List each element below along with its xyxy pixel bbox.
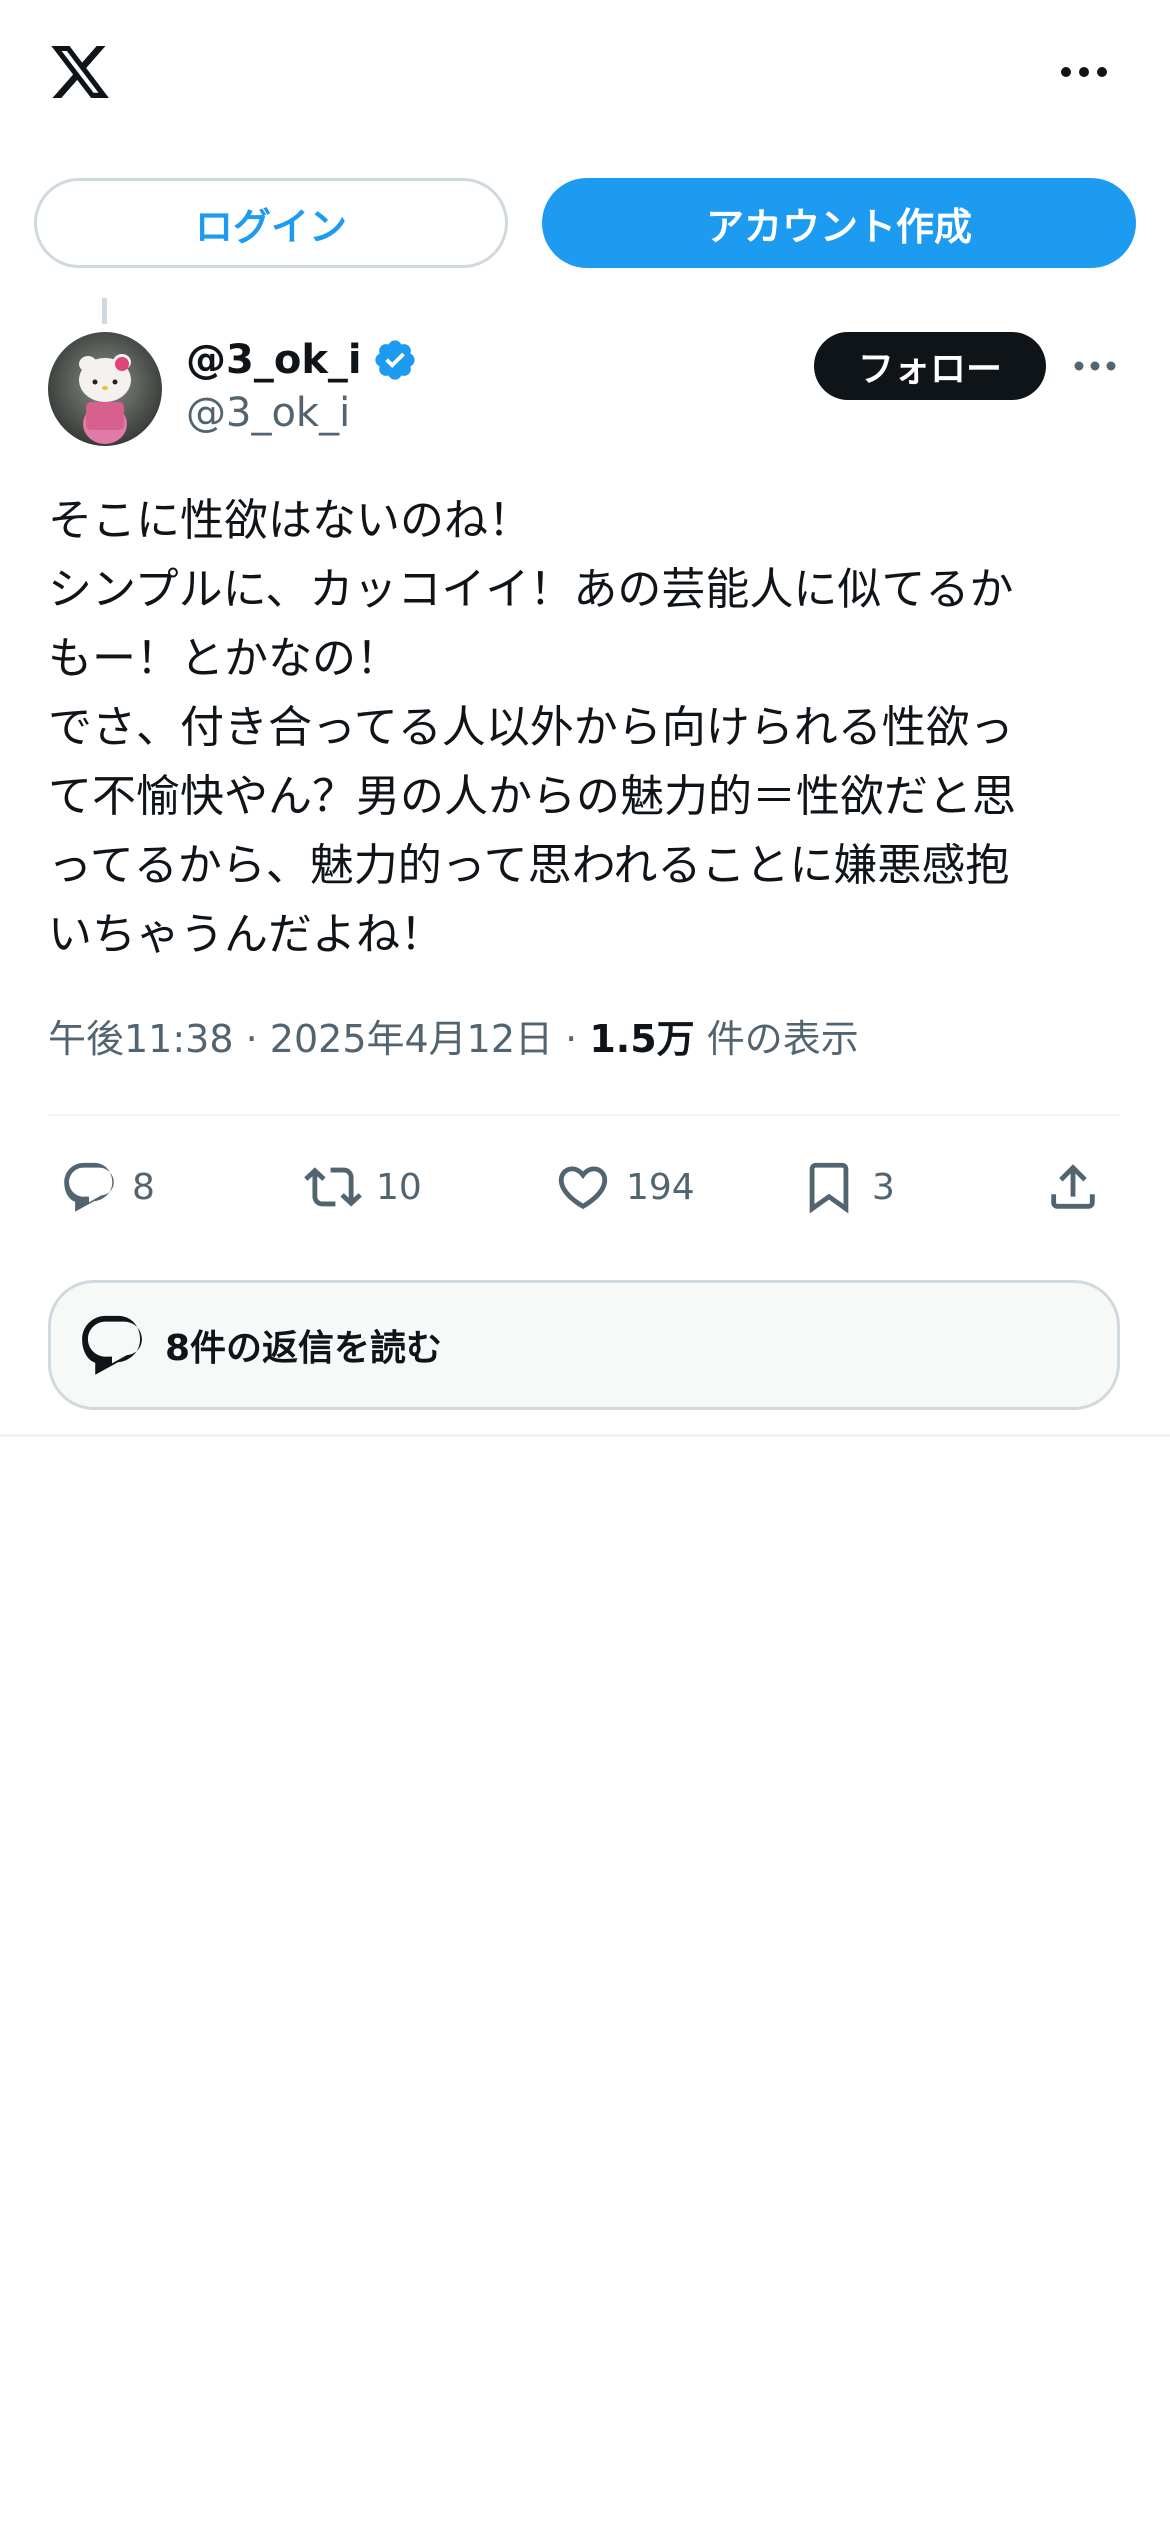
- like-button[interactable]: 194: [554, 1150, 695, 1224]
- verified-badge-icon: [374, 340, 415, 380]
- replies-bubble-icon: [82, 1315, 142, 1375]
- reply-button[interactable]: 8: [60, 1150, 155, 1224]
- post-more-icon[interactable]: [1072, 350, 1118, 382]
- author-handle[interactable]: @3_ok_i: [186, 390, 350, 436]
- meta-separator: ·: [245, 1017, 258, 1061]
- auth-buttons: ログイン アカウント作成: [0, 178, 1170, 272]
- repost-icon: [304, 1167, 362, 1207]
- share-icon: [1051, 1164, 1095, 1209]
- bookmark-icon: [809, 1162, 849, 1214]
- tweet-text: そこに性欲はないのね！ シンプルに、カッコイイ！あの芸能人に似てるか もー！とか…: [48, 495, 1016, 960]
- thread-line: [102, 298, 107, 324]
- more-horizontal-icon[interactable]: [1058, 52, 1110, 92]
- avatar[interactable]: [48, 332, 162, 446]
- follow-button[interactable]: フォロー: [814, 332, 1046, 400]
- post-time[interactable]: 午後11:38: [48, 1017, 234, 1061]
- read-replies-label: 8件の返信を読む: [165, 1328, 443, 1369]
- heart-icon: [558, 1166, 608, 1210]
- reply-count: 8: [132, 1166, 155, 1208]
- views-count: 1.5万: [589, 1017, 695, 1061]
- section-divider: [0, 1434, 1170, 1437]
- like-count: 194: [626, 1166, 695, 1208]
- reply-icon: [64, 1162, 114, 1212]
- post-metadata: 午後11:38 · 2025年4月12日 · 1.5万 件の表示: [48, 1008, 859, 1063]
- login-button[interactable]: ログイン: [34, 178, 508, 268]
- top-bar: [0, 0, 1170, 150]
- repost-count: 10: [376, 1166, 422, 1208]
- action-bar: 8 10 194 3: [0, 1150, 1170, 1224]
- x-logo-icon[interactable]: [46, 40, 114, 104]
- avatar-image: [48, 332, 162, 446]
- create-account-button[interactable]: アカウント作成: [542, 178, 1136, 268]
- bookmark-button[interactable]: 3: [800, 1150, 895, 1224]
- post-date[interactable]: 2025年4月12日: [270, 1017, 553, 1061]
- display-name[interactable]: @3_ok_i: [186, 337, 362, 383]
- divider: [48, 1114, 1120, 1116]
- repost-button[interactable]: 10: [304, 1150, 422, 1224]
- share-button[interactable]: [1044, 1150, 1102, 1224]
- meta-separator: ·: [565, 1017, 578, 1061]
- read-replies-button[interactable]: 8件の返信を読む: [48, 1280, 1120, 1410]
- author-name-row: @3_ok_i: [186, 332, 418, 388]
- bookmark-count: 3: [872, 1166, 895, 1208]
- views-label: 件の表示: [706, 1017, 859, 1061]
